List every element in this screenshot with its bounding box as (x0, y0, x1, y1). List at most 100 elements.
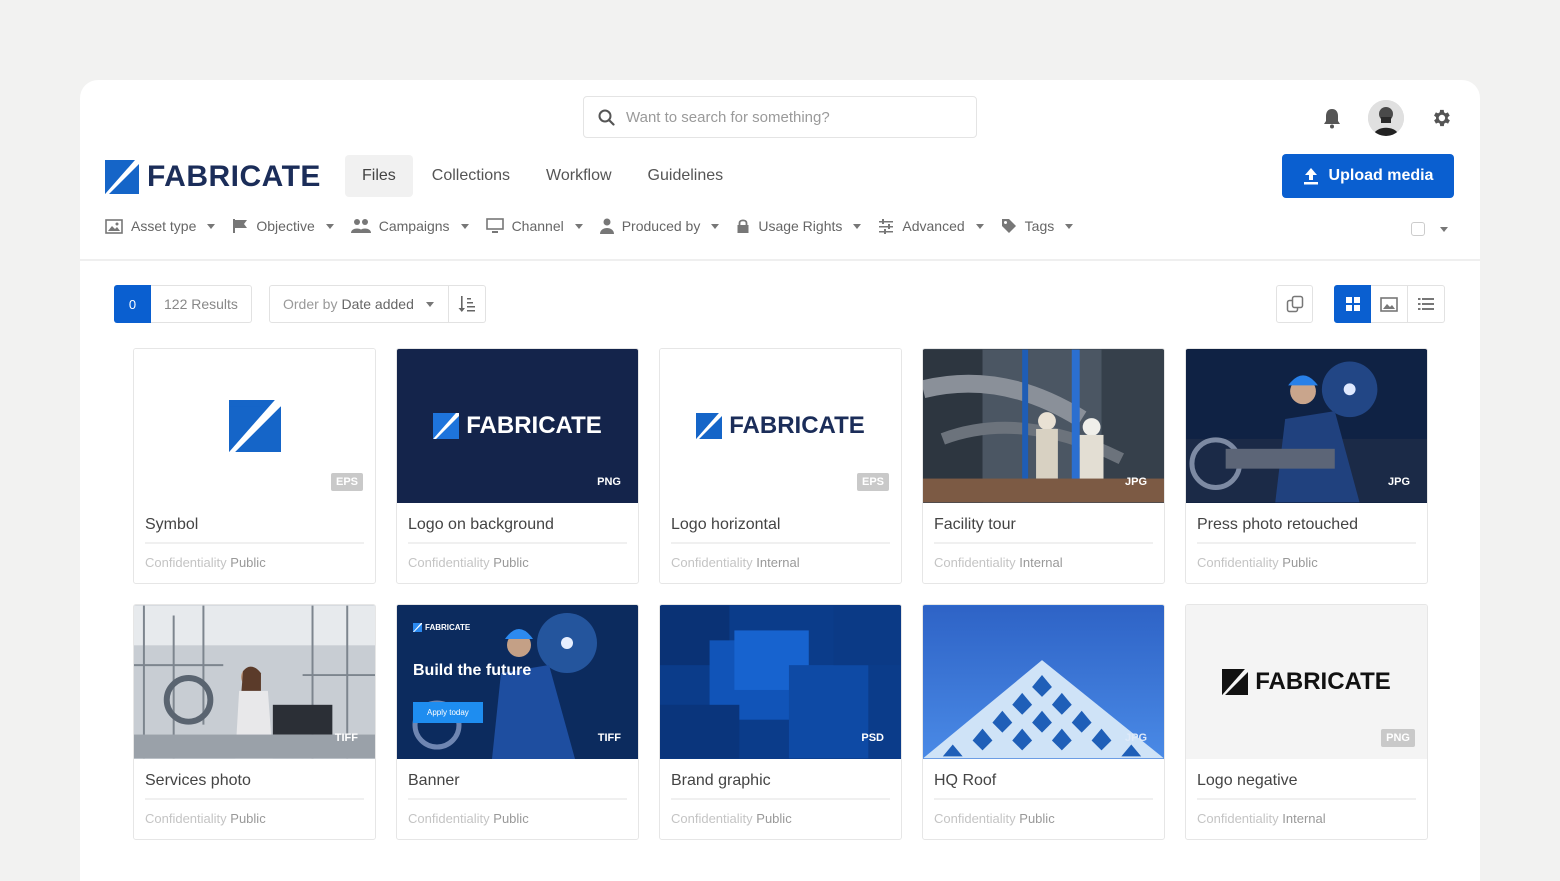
selected-count-badge[interactable]: 0 (114, 285, 151, 323)
asset-title: Banner (408, 772, 627, 800)
avatar[interactable] (1368, 100, 1404, 136)
asset-card[interactable]: FABRICATE PNG Logo on background Confide… (396, 348, 639, 584)
users-icon (350, 219, 371, 233)
asset-thumbnail: TIFF (134, 605, 375, 759)
asset-card[interactable]: TIFF Services photo Confidentiality Publ… (133, 604, 376, 840)
logo-preview: FABRICATE (433, 412, 602, 440)
filter-asset-type[interactable]: Asset type (105, 218, 216, 234)
asset-card[interactable]: FABRICATE Build the future Apply today T… (396, 604, 639, 840)
results-count: 122 Results (151, 285, 252, 323)
order-by-select[interactable]: Order by Date added (269, 285, 449, 323)
confidentiality-value: Public (493, 555, 529, 570)
fabricate-symbol-icon (228, 400, 281, 452)
tab-workflow[interactable]: Workflow (529, 155, 629, 197)
confidentiality-value: Public (756, 811, 792, 826)
order-prefix: Order by (283, 296, 338, 312)
asset-card[interactable]: JPG Facility tour Confidentiality Intern… (922, 348, 1165, 584)
filter-channel[interactable]: Channel (485, 218, 583, 234)
meta-label: Confidentiality (934, 811, 1016, 826)
asset-card[interactable]: JPG HQ Roof Confidentiality Public (922, 604, 1165, 840)
file-type-badge: JPG (1124, 476, 1147, 488)
logo-preview: FABRICATE (696, 412, 865, 440)
filter-label: Usage Rights (758, 218, 843, 234)
asset-meta: Confidentiality Public (408, 811, 627, 826)
asset-meta: Confidentiality Public (671, 811, 890, 826)
confidentiality-value: Public (230, 555, 266, 570)
asset-thumbnail: EPS (134, 349, 375, 503)
caret-down-icon (207, 223, 216, 229)
filter-label: Channel (511, 218, 564, 234)
filter-objective[interactable]: Objective (232, 218, 334, 234)
asset-thumbnail: JPG (923, 349, 1164, 503)
upload-media-button[interactable]: Upload media (1282, 154, 1454, 198)
asset-title: Logo negative (1197, 772, 1416, 800)
asset-title: Services photo (145, 772, 364, 800)
asset-meta: Confidentiality Internal (934, 555, 1153, 570)
meta-label: Confidentiality (408, 555, 490, 570)
filter-tags[interactable]: Tags (1001, 218, 1074, 234)
asset-thumbnail: FABRICATE PNG (1186, 605, 1427, 759)
filter-produced-by[interactable]: Produced by (599, 218, 720, 234)
banner-cta: Apply today (413, 702, 483, 723)
asset-title: Logo on background (408, 516, 627, 544)
file-type-badge: JPG (1124, 732, 1147, 744)
asset-card[interactable]: FABRICATE EPS Logo horizontal Confidenti… (659, 348, 902, 584)
copy-icon (1286, 295, 1303, 313)
meta-label: Confidentiality (145, 811, 227, 826)
meta-label: Confidentiality (145, 555, 227, 570)
confidentiality-value: Public (1282, 555, 1318, 570)
asset-thumbnail: JPG (1186, 349, 1427, 503)
tab-collections[interactable]: Collections (415, 155, 527, 197)
compare-button[interactable] (1276, 285, 1313, 323)
meta-label: Confidentiality (671, 555, 753, 570)
asset-card[interactable]: JPG Press photo retouched Confidentialit… (1185, 348, 1428, 584)
tab-guidelines[interactable]: Guidelines (631, 155, 741, 197)
asset-card[interactable]: EPS Symbol Confidentiality Public (133, 348, 376, 584)
asset-meta: Confidentiality Public (408, 555, 627, 570)
file-type-badge: JPG (1387, 476, 1410, 488)
grid-icon (1345, 297, 1360, 311)
asset-thumbnail: JPG (923, 605, 1164, 759)
caret-down-icon (975, 223, 984, 229)
tab-files[interactable]: Files (345, 155, 413, 197)
filter-label: Asset type (131, 218, 197, 234)
file-type-badge: PNG (597, 476, 621, 488)
filter-usage-rights[interactable]: Usage Rights (736, 218, 862, 234)
select-all-checkbox[interactable] (1411, 222, 1425, 236)
asset-thumbnail: FABRICATE PNG (397, 349, 638, 503)
confidentiality-value: Internal (756, 555, 800, 570)
list-view-button[interactable] (1408, 285, 1445, 323)
logo-text: FABRICATE (1255, 668, 1391, 695)
caret-down-icon (574, 223, 583, 229)
sort-direction-button[interactable] (449, 285, 486, 323)
asset-meta: Confidentiality Internal (671, 555, 890, 570)
asset-card[interactable]: FABRICATE PNG Logo negative Confidential… (1185, 604, 1428, 840)
filter-label: Objective (256, 218, 315, 234)
banner-headline: Build the future (413, 662, 532, 679)
image-view-button[interactable] (1371, 285, 1408, 323)
filter-advanced[interactable]: Advanced (878, 218, 984, 234)
brand-logo[interactable]: FABRICATE (105, 160, 321, 194)
file-type-badge: PNG (1381, 729, 1415, 747)
asset-card[interactable]: PSD Brand graphic Confidentiality Public (659, 604, 902, 840)
fabricate-logo-icon (105, 160, 139, 194)
banner-brand: FABRICATE (413, 623, 531, 632)
bell-icon[interactable] (1322, 107, 1342, 129)
grid-view-button[interactable] (1334, 285, 1371, 323)
search-input[interactable] (626, 108, 946, 126)
caret-down-icon (853, 223, 862, 229)
asset-title: Brand graphic (671, 772, 890, 800)
filter-campaigns[interactable]: Campaigns (350, 218, 469, 234)
confidentiality-value: Public (1019, 811, 1055, 826)
file-type-badge: TIFF (597, 732, 621, 744)
confidentiality-value: Public (493, 811, 529, 826)
meta-label: Confidentiality (1197, 555, 1279, 570)
logo-text: FABRICATE (729, 412, 865, 439)
asset-meta: Confidentiality Public (145, 811, 364, 826)
search-bar[interactable] (583, 96, 977, 138)
asset-title: Facility tour (934, 516, 1153, 544)
gear-icon[interactable] (1430, 107, 1452, 129)
sliders-icon (879, 219, 894, 234)
select-all[interactable] (1411, 222, 1448, 236)
caret-down-icon[interactable] (1440, 226, 1448, 232)
